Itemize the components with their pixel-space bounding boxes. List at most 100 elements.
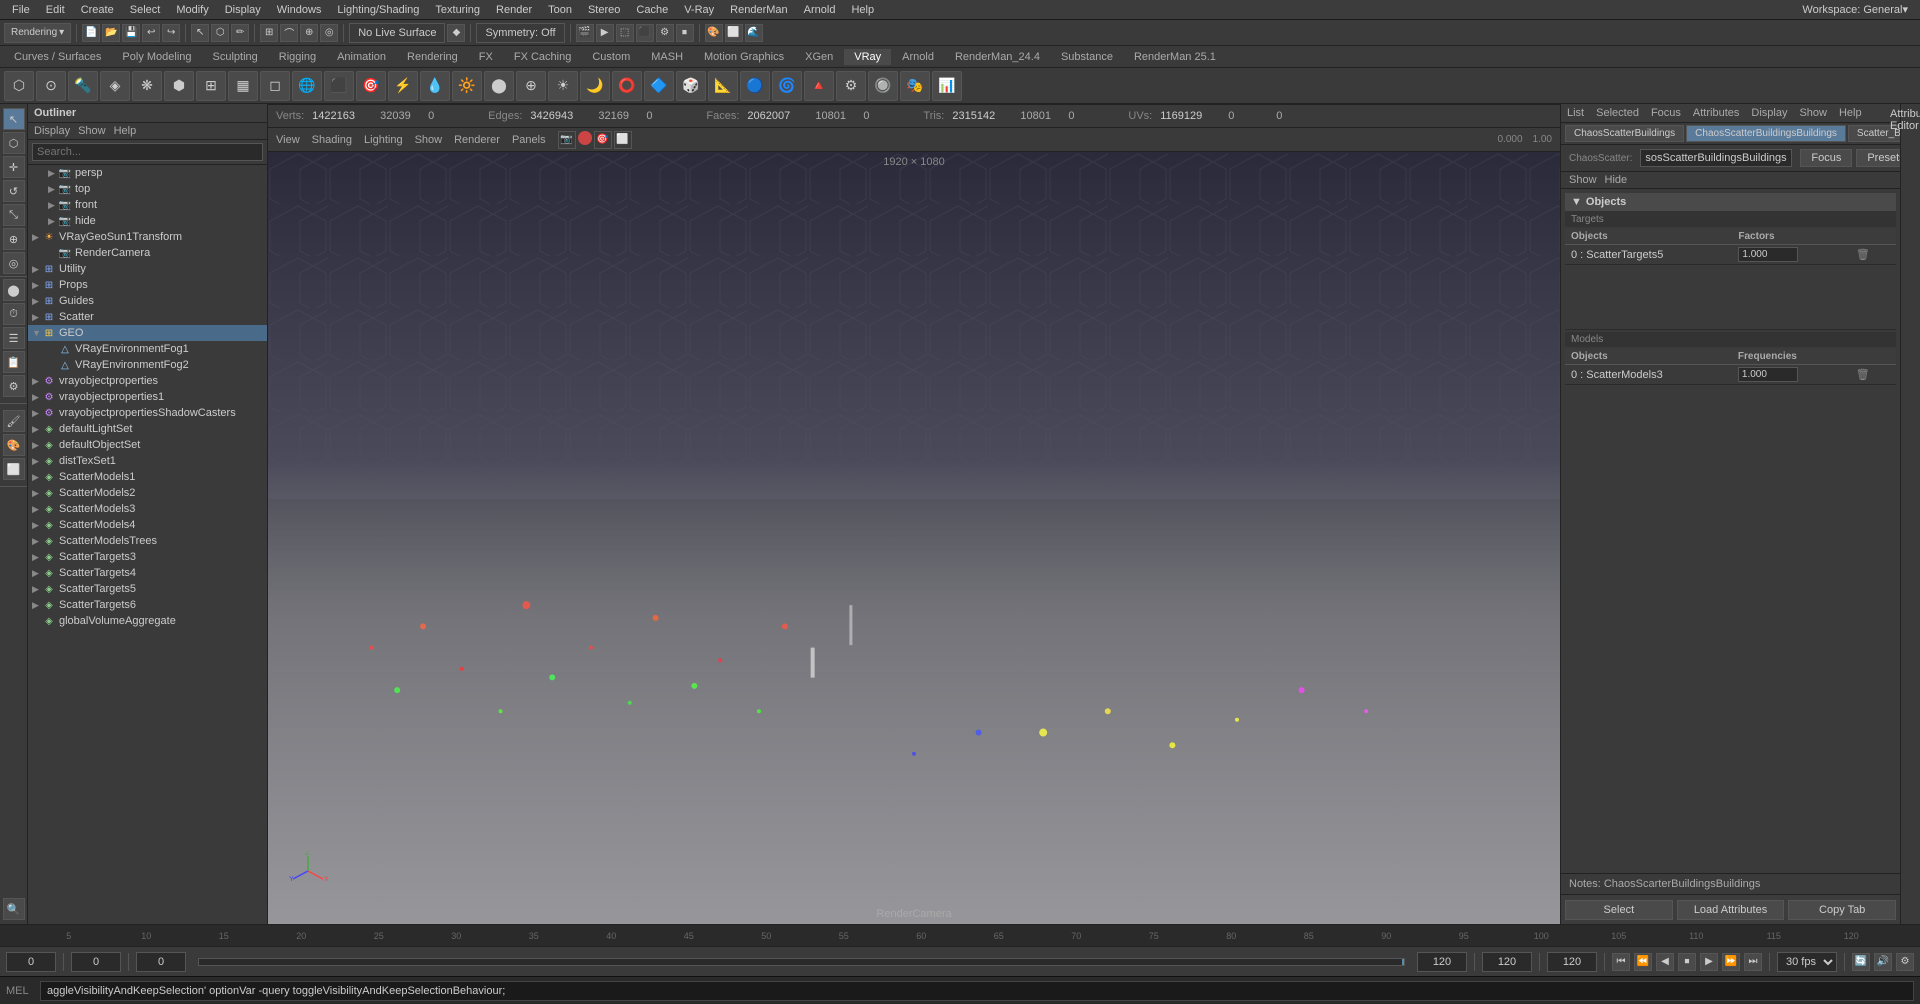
loop-icon[interactable]: 🔄 (1852, 953, 1870, 971)
redo-icon[interactable]: ↪ (162, 24, 180, 42)
outliner-menu-show[interactable]: Show (78, 125, 106, 137)
tree-item-utility[interactable]: ▶ ⊞ Utility (28, 261, 267, 277)
tree-item-hide[interactable]: ▶ 📷 hide (28, 213, 267, 229)
snap-surface-icon[interactable]: ◎ (320, 24, 338, 42)
objects-section-header[interactable]: ▼ Objects (1565, 193, 1896, 212)
mel-command-input[interactable] (40, 981, 1914, 1001)
shelf-icon-16[interactable]: ⬤ (484, 71, 514, 101)
snap-curve-icon[interactable]: ⌒ (280, 24, 298, 42)
symmetry-btn[interactable]: Symmetry: Off (476, 23, 564, 43)
ncloth-icon[interactable]: 🌊 (745, 24, 763, 42)
shelf-icon-3[interactable]: 🔦 (68, 71, 98, 101)
tree-item-props[interactable]: ▶ ⊞ Props (28, 277, 267, 293)
undo-icon[interactable]: ↩ (142, 24, 160, 42)
shelf-icon-21[interactable]: 🔷 (644, 71, 674, 101)
menu-vray[interactable]: V-Ray (676, 4, 722, 16)
tree-item-scattertargets4[interactable]: ▶ ◈ ScatterTargets4 (28, 565, 267, 581)
vp-menu-renderer[interactable]: Renderer (450, 134, 504, 146)
tree-item-vrayenv2[interactable]: △ VRayEnvironmentFog2 (28, 357, 267, 373)
new-file-icon[interactable]: 📄 (82, 24, 100, 42)
vp-menu-lighting[interactable]: Lighting (360, 134, 407, 146)
tree-item-scattermodels3[interactable]: ▶ ◈ ScatterModels3 (28, 501, 267, 517)
shelf-icon-29[interactable]: 🎭 (900, 71, 930, 101)
shelf-icon-30[interactable]: 📊 (932, 71, 962, 101)
fps-selector[interactable]: 24 fps 25 fps 30 fps 48 fps 60 fps (1777, 952, 1837, 972)
chaos-scatter-input[interactable] (1640, 149, 1792, 167)
shelf-tab-custom[interactable]: Custom (582, 49, 640, 65)
tree-item-guides[interactable]: ▶ ⊞ Guides (28, 293, 267, 309)
workspace-label[interactable]: Workspace: General▾ (1794, 3, 1916, 16)
tree-item-defobjset[interactable]: ▶ ◈ defaultObjectSet (28, 437, 267, 453)
shelf-tab-motiongraphics[interactable]: Motion Graphics (694, 49, 794, 65)
shelf-tab-rigging[interactable]: Rigging (269, 49, 326, 65)
attr-tab-help[interactable]: Help (1839, 107, 1862, 119)
shelf-icon-20[interactable]: ⭕ (612, 71, 642, 101)
live-icon[interactable]: ◆ (447, 24, 465, 42)
menu-select[interactable]: Select (122, 4, 169, 16)
tree-item-globalvol[interactable]: ◈ globalVolumeAggregate (28, 613, 267, 629)
menu-render[interactable]: Render (488, 4, 540, 16)
tree-item-persp[interactable]: ▶ 📷 persp (28, 165, 267, 181)
tree-item-front[interactable]: ▶ 📷 front (28, 197, 267, 213)
tree-item-disttexset[interactable]: ▶ ◈ distTexSet1 (28, 453, 267, 469)
menu-texturing[interactable]: Texturing (427, 4, 488, 16)
snap-grid-icon[interactable]: ⊞ (260, 24, 278, 42)
shelf-tab-rendering[interactable]: Rendering (397, 49, 468, 65)
shelf-tab-renderman25[interactable]: RenderMan 25.1 (1124, 49, 1226, 65)
attr-tab-show[interactable]: Show (1799, 107, 1827, 119)
menu-cache[interactable]: Cache (628, 4, 676, 16)
lasso-tool-icon[interactable]: ⬡ (3, 132, 25, 154)
focus-button[interactable]: Focus (1800, 149, 1852, 167)
shelf-icon-13[interactable]: ⚡ (388, 71, 418, 101)
tree-item-scattertargets6[interactable]: ▶ ◈ ScatterTargets6 (28, 597, 267, 613)
shelf-icon-26[interactable]: 🔺 (804, 71, 834, 101)
menu-stereo[interactable]: Stereo (580, 4, 628, 16)
stop-render-icon[interactable]: ⏹ (676, 24, 694, 42)
shelf-tab-fxcaching[interactable]: FX Caching (504, 49, 581, 65)
attribute-editor-pill[interactable]: Attribute Editor (1890, 108, 1920, 132)
viewport-main[interactable]: 1920 × 1080 RenderCamera X Y Z (268, 152, 1560, 924)
shelf-icon-5[interactable]: ❋ (132, 71, 162, 101)
attr-editor-icon[interactable]: 📋 (3, 351, 25, 373)
load-attributes-button[interactable]: Load Attributes (1677, 900, 1785, 920)
tree-item-scattermodelstrees[interactable]: ▶ ◈ ScatterModelsTrees (28, 533, 267, 549)
menu-toon[interactable]: Toon (540, 4, 580, 16)
shelf-icon-17[interactable]: ⊕ (516, 71, 546, 101)
shelf-tab-poly[interactable]: Poly Modeling (112, 49, 201, 65)
sculpt-icon[interactable]: 🖌 (3, 410, 25, 432)
menu-display[interactable]: Display (217, 4, 269, 16)
shelf-icon-15[interactable]: 🔆 (452, 71, 482, 101)
vp-menu-shading[interactable]: Shading (308, 134, 356, 146)
save-file-icon[interactable]: 💾 (122, 24, 140, 42)
shelf-icon-14[interactable]: 💧 (420, 71, 450, 101)
tree-item-geo[interactable]: ▼ ⊞ GEO (28, 325, 267, 341)
tree-item-vraysun[interactable]: ▶ ☀ VRayGeoSun1Transform (28, 229, 267, 245)
menu-lighting[interactable]: Lighting/Shading (329, 4, 427, 16)
shelf-icon-23[interactable]: 📐 (708, 71, 738, 101)
history-icon[interactable]: ⏱ (3, 303, 25, 325)
vp-camera-icon[interactable]: 📷 (558, 131, 576, 149)
scale-tool-icon[interactable]: ⤡ (3, 204, 25, 226)
menu-windows[interactable]: Windows (269, 4, 330, 16)
open-file-icon[interactable]: 📂 (102, 24, 120, 42)
menu-file[interactable]: File (4, 4, 38, 16)
attr-tab-selected[interactable]: Selected (1596, 107, 1639, 119)
play-icon[interactable]: ▶ (1700, 953, 1718, 971)
hide-button[interactable]: Hide (1605, 174, 1628, 186)
next-frame-icon[interactable]: ⏩ (1722, 953, 1740, 971)
shelf-tab-curves[interactable]: Curves / Surfaces (4, 49, 111, 65)
no-live-surface-btn[interactable]: No Live Surface (349, 23, 445, 43)
rendering-dropdown[interactable]: Rendering ▾ (4, 23, 71, 43)
shelf-icon-18[interactable]: ☀ (548, 71, 578, 101)
paint-icon[interactable]: ✏ (231, 24, 249, 42)
search-icon[interactable]: 🔍 (3, 898, 25, 920)
tree-item-rendercam[interactable]: 📷 RenderCamera (28, 245, 267, 261)
shelf-icon-24[interactable]: 🔵 (740, 71, 770, 101)
outliner-menu-help[interactable]: Help (114, 125, 137, 137)
attr-obj-tab-2[interactable]: ChaosScatterBuildingsBuildings (1686, 125, 1846, 142)
shelf-tab-renderman24[interactable]: RenderMan_24.4 (945, 49, 1050, 65)
shelf-icon-9[interactable]: ◻ (260, 71, 290, 101)
shelf-icon-2[interactable]: ⊙ (36, 71, 66, 101)
snap-point-icon[interactable]: ⊕ (300, 24, 318, 42)
shelf-icon-19[interactable]: 🌙 (580, 71, 610, 101)
